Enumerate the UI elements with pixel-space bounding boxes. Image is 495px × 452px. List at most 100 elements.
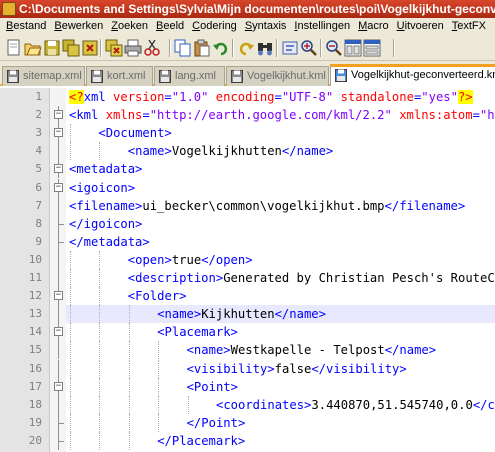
code-line[interactable]: 18 <coordinates>3.440870,51.545740,0.0</c… [0, 396, 495, 414]
code-line[interactable]: 1 <?xml version="1.0" encoding="UTF-8" st… [0, 88, 495, 106]
code-text: <filename>ui_becker\common\vogelkijkhut.… [69, 197, 465, 215]
token-tag: </Point> [186, 416, 246, 430]
tab-kort-xml[interactable]: kort.xml [86, 66, 153, 86]
fold-collapse-icon[interactable]: − [54, 382, 63, 391]
menu-textfx[interactable]: TextFX [448, 18, 490, 35]
fold-line [58, 173, 59, 178]
sync-vertical-icon[interactable] [344, 39, 362, 57]
fold-collapse-icon[interactable]: − [54, 183, 63, 192]
toolbar-separator [276, 39, 278, 57]
code-line[interactable]: 16 <visibility>false</visibility> [0, 360, 495, 378]
fold-line [58, 233, 59, 242]
copy-icon[interactable] [174, 39, 192, 57]
notepad-plus-plus-app-icon[interactable] [2, 2, 16, 16]
code-editor[interactable]: 1 <?xml version="1.0" encoding="UTF-8" st… [0, 88, 495, 452]
token-tag: = [472, 108, 480, 122]
fold-line [58, 305, 59, 323]
new-icon[interactable] [5, 39, 23, 57]
save-icon[interactable] [43, 39, 61, 57]
line-number: 7 [35, 199, 42, 212]
code-text: <Point> [187, 378, 238, 396]
title-bar: C:\Documents and Settings\Sylvia\Mijn do… [0, 0, 495, 18]
code-line[interactable]: 11 <description>Generated by Christian Pe… [0, 269, 495, 287]
code-line[interactable]: 19 </Point> [0, 414, 495, 432]
code-line[interactable]: 15 <name>Westkapelle - Telpost</name> [0, 341, 495, 359]
menu-bestand[interactable]: Bestand [2, 18, 50, 35]
fold-collapse-icon[interactable]: − [54, 327, 63, 336]
toolbar-separator [393, 39, 395, 57]
token-tag: <name> [127, 144, 172, 158]
code-line[interactable]: 10 <open>true</open> [0, 251, 495, 269]
token-tag: </filename> [384, 199, 466, 213]
tab-vogelkijkhut-kml[interactable]: Vogelkijkhut.kml [226, 66, 329, 86]
undo-icon[interactable] [212, 39, 230, 57]
fold-collapse-icon[interactable]: − [54, 164, 63, 173]
code-line[interactable]: 6 − <igoicon> [0, 179, 495, 197]
token-tag: </coordinates> [472, 398, 495, 412]
code-line[interactable]: 14 − <Placemark> [0, 323, 495, 341]
save-all-icon[interactable] [62, 39, 80, 57]
token-txt: Kijkhutten [201, 307, 275, 321]
cut-icon[interactable] [143, 39, 161, 57]
code-line[interactable]: 17 − <Point> [0, 378, 495, 396]
menu-codering[interactable]: Codering [188, 18, 241, 35]
indent-guide [99, 396, 101, 414]
paste-icon[interactable] [193, 39, 211, 57]
token-tag: </igoicon> [69, 217, 143, 231]
fold-collapse-icon[interactable]: − [54, 110, 63, 119]
token-tag: <Placemark> [157, 325, 238, 339]
fold-line [58, 360, 59, 378]
redo-icon[interactable] [237, 39, 255, 57]
menu-instellingen[interactable]: Instellingen [290, 18, 354, 35]
indent-guide [128, 323, 130, 341]
code-text: <metadata> [69, 160, 142, 178]
menu-bewerken[interactable]: Bewerken [50, 18, 107, 35]
code-line[interactable]: 13 <name>Kijkhutten</name> [0, 305, 495, 323]
fold-collapse-icon[interactable]: − [54, 291, 63, 300]
tab-vogelkijkhut-geconverteerd-kml[interactable]: Vogelkijkhut-geconverteerd.kml [330, 64, 495, 86]
code-line[interactable]: 2− <kml xmlns="http://earth.google.com/km… [0, 106, 495, 124]
code-line[interactable]: 9 </metadata> [0, 233, 495, 251]
menu-uitvoeren[interactable]: Uitvoeren [393, 18, 448, 35]
token-pi: <? [69, 90, 84, 104]
line-number: 17 [28, 380, 42, 393]
zoom-in-icon[interactable] [300, 39, 318, 57]
saved-file-grey-icon [91, 70, 103, 83]
code-line[interactable]: 12 − <Folder> [0, 287, 495, 305]
code-line[interactable]: 20 </Placemark> [0, 432, 495, 450]
code-line[interactable]: 3 − <Document> [0, 124, 495, 142]
code-line[interactable]: 7 <filename>ui_becker\common\vogelkijkhut… [0, 197, 495, 215]
fold-line [58, 142, 59, 160]
menu-syntaxis[interactable]: Syntaxis [241, 18, 291, 35]
tab-lang-xml[interactable]: lang.xml [154, 66, 225, 86]
sync-horizontal-icon[interactable] [363, 39, 381, 57]
indent-guide [70, 341, 71, 359]
fold-collapse-icon[interactable]: − [54, 128, 63, 137]
tab-sitemap-xml[interactable]: sitemap.xml [2, 66, 85, 86]
zoom-out-icon[interactable] [325, 39, 343, 57]
indent-guide [158, 341, 160, 359]
line-number: 18 [28, 398, 42, 411]
open-icon[interactable] [24, 39, 42, 57]
find-icon[interactable] [256, 39, 274, 57]
code-line[interactable]: 5 − <metadata> [0, 160, 495, 178]
menu-macro[interactable]: Macro [354, 18, 393, 35]
indent-guide [70, 287, 71, 305]
line-number: 15 [28, 343, 42, 356]
token-tag: </visibility> [311, 362, 407, 376]
line-number: 8 [35, 217, 42, 230]
line-number: 11 [28, 271, 42, 284]
close-icon[interactable] [81, 39, 99, 57]
replace-icon[interactable] [281, 39, 299, 57]
toolbar-separator [169, 39, 171, 57]
close-all-icon[interactable] [105, 39, 123, 57]
menu-zoeken[interactable]: Zoeken [107, 18, 152, 35]
code-line[interactable]: 8 </igoicon> [0, 215, 495, 233]
print-icon[interactable] [124, 39, 142, 57]
indent-guide [158, 396, 160, 414]
code-line[interactable]: 4 <name>Vogelkijkhutten</name> [0, 142, 495, 160]
menu-beeld[interactable]: Beeld [152, 18, 188, 35]
fold-line [58, 269, 59, 287]
line-number: 1 [35, 90, 42, 103]
